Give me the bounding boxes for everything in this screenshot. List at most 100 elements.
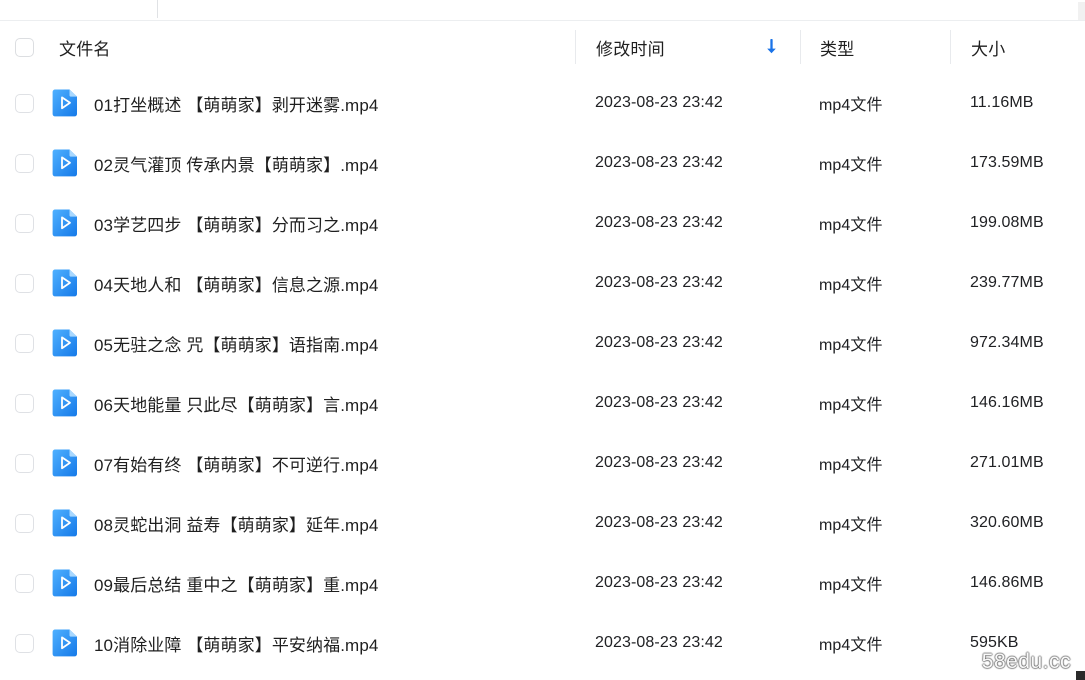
row-checkbox[interactable] <box>14 153 34 173</box>
file-modified-label: 2023-08-23 23:42 <box>595 94 723 111</box>
column-header-name[interactable]: 文件名 <box>48 35 575 60</box>
table-row[interactable]: 04天地人和 【萌萌家】信息之源.mp4 2023-08-23 23:42 mp4文… <box>0 253 1085 313</box>
file-modified-label: 2023-08-23 23:42 <box>595 334 723 351</box>
file-name-cell[interactable]: 07有始有终 【萌萌家】不可逆行.mp4 <box>48 448 575 478</box>
toolbar-item-2[interactable]: ● <box>92 0 101 3</box>
column-header-size[interactable]: 大小 <box>950 30 1085 64</box>
file-type-cell: mp4文件 <box>800 451 950 475</box>
file-name-label: 04天地人和 【萌萌家】信息之源.mp4 <box>94 275 379 295</box>
row-checkbox[interactable] <box>14 273 34 293</box>
table-row[interactable]: 07有始有终 【萌萌家】不可逆行.mp4 2023-08-23 23:42 mp4文… <box>0 433 1085 493</box>
file-name-cell[interactable]: 01打坐概述 【萌萌家】剥开迷雾.mp4 <box>48 88 575 118</box>
row-select-cell[interactable] <box>0 393 48 413</box>
file-size-cell: 595KB <box>950 634 1085 652</box>
video-file-icon <box>52 388 80 418</box>
table-row[interactable]: 06天地能量 只此尽【萌萌家】言.mp4 2023-08-23 23:42 mp4文… <box>0 373 1085 433</box>
table-row[interactable]: 10消除业障 【萌萌家】平安纳福.mp4 2023-08-23 23:42 mp4文… <box>0 613 1085 673</box>
table-row[interactable]: 09最后总结 重中之【萌萌家】重.mp4 2023-08-23 23:42 mp4文… <box>0 553 1085 613</box>
row-checkbox[interactable] <box>14 573 34 593</box>
file-type-cell: mp4文件 <box>800 271 950 295</box>
file-modified-label: 2023-08-23 23:42 <box>595 514 723 531</box>
table-header-row: 文件名 修改时间 类型 大小 <box>0 21 1085 73</box>
arrow-down-icon[interactable] <box>765 38 778 56</box>
video-file-icon <box>52 568 80 598</box>
file-modified-label: 2023-08-23 23:42 <box>595 454 723 471</box>
file-name-cell[interactable]: 04天地人和 【萌萌家】信息之源.mp4 <box>48 268 575 298</box>
row-select-cell[interactable] <box>0 633 48 653</box>
file-size-cell: 972.34MB <box>950 334 1085 352</box>
file-size-label: 173.59MB <box>970 154 1044 171</box>
file-name-label: 06天地能量 只此尽【萌萌家】言.mp4 <box>94 395 379 415</box>
toolbar-item-0[interactable]: ← <box>10 0 25 3</box>
row-select-cell[interactable] <box>0 333 48 353</box>
row-select-cell[interactable] <box>0 573 48 593</box>
row-select-cell[interactable] <box>0 93 48 113</box>
row-checkbox[interactable] <box>14 333 34 353</box>
column-header-type[interactable]: 类型 <box>800 30 950 64</box>
file-type-label: mp4文件 <box>819 277 883 294</box>
file-size-cell: 146.16MB <box>950 394 1085 412</box>
toolbar-item-3[interactable]: 新建 <box>190 0 220 3</box>
row-select-cell[interactable] <box>0 513 48 533</box>
file-name-cell[interactable]: 03学艺四步 【萌萌家】分而习之.mp4 <box>48 208 575 238</box>
file-size-cell: 320.60MB <box>950 514 1085 532</box>
row-checkbox[interactable] <box>14 453 34 473</box>
file-size-label: 146.86MB <box>970 574 1044 591</box>
column-header-modified-label: 修改时间 <box>596 39 665 59</box>
file-size-label: 146.16MB <box>970 394 1044 411</box>
file-modified-cell: 2023-08-23 23:42 <box>575 154 800 172</box>
column-header-type-label: 类型 <box>820 39 855 59</box>
file-type-cell: mp4文件 <box>800 511 950 535</box>
row-select-cell[interactable] <box>0 453 48 473</box>
file-size-cell: 11.16MB <box>950 94 1085 112</box>
video-file-icon <box>52 148 80 178</box>
row-select-cell[interactable] <box>0 273 48 293</box>
file-type-label: mp4文件 <box>819 637 883 654</box>
row-checkbox[interactable] <box>14 633 34 653</box>
row-select-cell[interactable] <box>0 213 48 233</box>
select-all-cell[interactable] <box>0 37 48 57</box>
table-row[interactable]: 01打坐概述 【萌萌家】剥开迷雾.mp4 2023-08-23 23:42 mp4文… <box>0 73 1085 133</box>
file-name-cell[interactable]: 10消除业障 【萌萌家】平安纳福.mp4 <box>48 628 575 658</box>
file-type-label: mp4文件 <box>819 217 883 234</box>
column-header-modified[interactable]: 修改时间 <box>575 30 800 64</box>
file-name-cell[interactable]: 09最后总结 重中之【萌萌家】重.mp4 <box>48 568 575 598</box>
toolbar-item-4[interactable]: 上传 <box>290 0 320 3</box>
file-type-label: mp4文件 <box>819 337 883 354</box>
file-size-cell: 271.01MB <box>950 454 1085 472</box>
toolbar-item-8[interactable]: 删除 <box>760 0 790 3</box>
select-all-checkbox[interactable] <box>14 37 34 57</box>
row-checkbox[interactable] <box>14 513 34 533</box>
file-type-label: mp4文件 <box>819 397 883 414</box>
file-type-label: mp4文件 <box>819 577 883 594</box>
file-size-label: 239.77MB <box>970 274 1044 291</box>
file-name-cell[interactable]: 02灵气灌顶 传承内景【萌萌家】.mp4 <box>48 148 575 178</box>
scrollbar-nub[interactable] <box>1078 2 1085 20</box>
video-file-icon <box>52 328 80 358</box>
table-row[interactable]: 03学艺四步 【萌萌家】分而习之.mp4 2023-08-23 23:42 mp4文… <box>0 193 1085 253</box>
table-row[interactable]: 02灵气灌顶 传承内景【萌萌家】.mp4 2023-08-23 23:42 mp4文… <box>0 133 1085 193</box>
toolbar-item-6[interactable]: 复制保存链接 <box>500 0 590 3</box>
toolbar-item-7[interactable]: 下载 <box>640 0 670 3</box>
file-name-cell[interactable]: 08灵蛇出洞 益寿【萌萌家】延年.mp4 <box>48 508 575 538</box>
toolbar-item-9[interactable]: 更多操作 <box>880 0 940 3</box>
video-file-icon <box>52 508 80 538</box>
corner-marker <box>1076 671 1085 680</box>
file-modified-cell: 2023-08-23 23:42 <box>575 574 800 592</box>
file-modified-label: 2023-08-23 23:42 <box>595 574 723 591</box>
file-size-cell: 146.86MB <box>950 574 1085 592</box>
row-select-cell[interactable] <box>0 153 48 173</box>
row-checkbox[interactable] <box>14 393 34 413</box>
table-row[interactable]: 05无驻之念 咒【萌萌家】语指南.mp4 2023-08-23 23:42 mp4文… <box>0 313 1085 373</box>
row-checkbox[interactable] <box>14 93 34 113</box>
row-checkbox[interactable] <box>14 213 34 233</box>
file-name-cell[interactable]: 06天地能量 只此尽【萌萌家】言.mp4 <box>48 388 575 418</box>
toolbar-item-5[interactable]: 分享文件 <box>385 0 445 3</box>
toolbar-item-1[interactable]: → <box>48 0 63 3</box>
video-file-icon <box>52 208 80 238</box>
file-name-label: 03学艺四步 【萌萌家】分而习之.mp4 <box>94 215 379 235</box>
file-name-label: 10消除业障 【萌萌家】平安纳福.mp4 <box>94 635 379 655</box>
file-modified-cell: 2023-08-23 23:42 <box>575 274 800 292</box>
file-name-cell[interactable]: 05无驻之念 咒【萌萌家】语指南.mp4 <box>48 328 575 358</box>
table-row[interactable]: 08灵蛇出洞 益寿【萌萌家】延年.mp4 2023-08-23 23:42 mp4文… <box>0 493 1085 553</box>
